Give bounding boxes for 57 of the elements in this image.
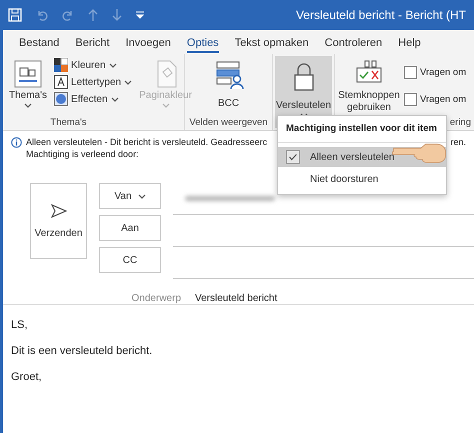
recipient-button[interactable]: Aan [99, 215, 161, 241]
checkbox[interactable] [404, 66, 417, 79]
caret-icon [162, 103, 170, 108]
info-text: ren. [450, 137, 466, 147]
group-label: Velden weergeven [188, 117, 269, 128]
window-title: Versleuteld bericht - Bericht (HT [296, 8, 466, 22]
color-palette-icon [54, 58, 68, 72]
body-text: Dit is een versleuteld bericht. [11, 345, 152, 357]
ribbon-tab[interactable]: Controleren [316, 37, 390, 54]
menu-title: Machtiging instellen voor dit item [278, 120, 446, 143]
ribbon-tab[interactable]: Bericht [67, 37, 118, 54]
theme-option-button[interactable]: Lettertypen [54, 75, 132, 89]
send-button[interactable]: Verzenden [30, 183, 87, 259]
theme-option-button[interactable]: Effecten [54, 92, 132, 106]
themes-icon [14, 60, 42, 88]
info-text: Machtiging is verleend door: [26, 149, 139, 159]
effects-icon [54, 92, 68, 106]
down-arrow-icon[interactable] [112, 9, 122, 21]
pointing-hand-icon [392, 141, 448, 165]
caret-icon [138, 194, 146, 198]
bcc-button[interactable]: BCC [210, 58, 246, 117]
undo-icon[interactable] [36, 9, 48, 21]
subject-label: Onderwerp [130, 293, 181, 304]
font-icon [54, 75, 68, 89]
checkbox-label: Vragen om [420, 94, 466, 105]
info-text: Alleen versleutelen - Dit bericht is versleuteld. Geadresseerc [26, 137, 268, 147]
from-dropdown[interactable]: Van [99, 183, 161, 209]
customize-icon[interactable] [136, 11, 144, 19]
menu-item[interactable]: Niet doorsturen [278, 171, 446, 188]
voting-buttons-button[interactable]: Stemknoppen gebruiken [338, 58, 400, 117]
recipient-button[interactable]: CC [99, 247, 161, 273]
save-icon[interactable] [8, 8, 22, 22]
ribbon-tab[interactable]: Bestand [11, 37, 68, 54]
send-icon [50, 204, 66, 218]
check-icon [286, 150, 300, 164]
up-arrow-icon[interactable] [88, 9, 98, 21]
caret-icon [108, 62, 117, 68]
caret-icon [124, 80, 132, 84]
body-text: LS, [11, 319, 28, 331]
theme-option-button[interactable]: Kleuren [54, 58, 132, 72]
body-text: Groet, [11, 371, 42, 383]
subject-field[interactable]: Versleuteld bericht [195, 293, 278, 304]
address-card-icon [214, 60, 244, 90]
caret-icon [24, 103, 32, 108]
info-icon [11, 137, 22, 148]
themes-button[interactable]: Thema's [6, 58, 50, 117]
lock-icon [292, 62, 314, 92]
ribbon-tab[interactable]: Help [390, 37, 429, 54]
redo-icon[interactable] [62, 9, 74, 21]
checkbox-label: Vragen om [420, 67, 466, 78]
ribbon-tab[interactable]: Opties [178, 37, 227, 54]
group-label: ering [450, 117, 471, 128]
caret-icon [110, 96, 119, 102]
ribbon-tab[interactable]: Invoegen [118, 37, 179, 54]
group-label: Thema's [49, 117, 88, 128]
checkbox[interactable] [404, 93, 417, 106]
ribbon-tab[interactable]: Tekst opmaken [226, 37, 317, 54]
